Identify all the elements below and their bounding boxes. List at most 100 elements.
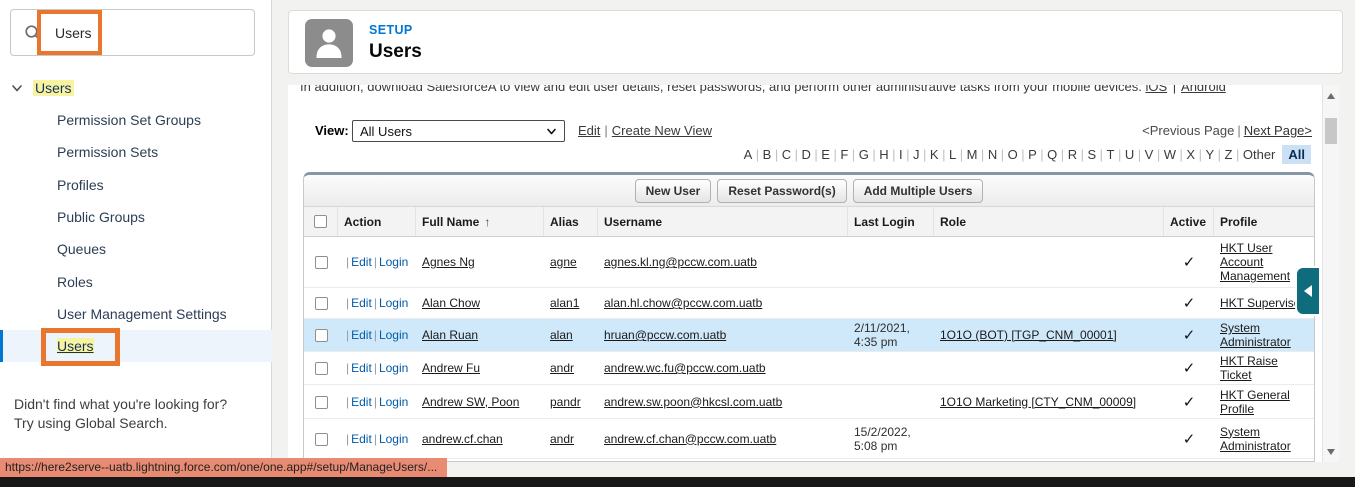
username-link[interactable]: andrew.cf.chan@pccw.com.uatb <box>604 432 776 446</box>
add-multiple-users-button[interactable]: Add Multiple Users <box>853 179 984 203</box>
column-header-role[interactable]: Role <box>934 207 1164 236</box>
select-all-checkbox[interactable] <box>314 215 327 228</box>
profile-link[interactable]: HKT Raise Ticket <box>1220 354 1278 382</box>
edit-link[interactable]: Edit <box>351 296 372 310</box>
role-link[interactable]: 1O1O (BOT) [TGP_CNM_00001] <box>940 328 1117 342</box>
create-new-view-link[interactable]: Create New View <box>612 123 712 138</box>
row-checkbox[interactable] <box>315 256 328 269</box>
edit-link[interactable]: Edit <box>351 255 372 269</box>
username-link[interactable]: andrew.wc.fu@pccw.com.uatb <box>604 361 766 375</box>
scrollbar-thumb[interactable] <box>1325 118 1337 144</box>
username-link[interactable]: agnes.kl.ng@pccw.com.uatb <box>604 255 757 269</box>
row-checkbox[interactable] <box>315 297 328 310</box>
full-name-link[interactable]: Alan Ruan <box>422 328 478 342</box>
column-header-active[interactable]: Active <box>1164 207 1214 236</box>
sidebar-item-queues[interactable]: Queues <box>0 233 272 265</box>
row-checkbox[interactable] <box>315 433 328 446</box>
profile-link[interactable]: System Administrator <box>1220 425 1291 453</box>
column-header-full-name[interactable]: Full Name↑ <box>416 207 544 236</box>
alphabet-filter-x[interactable]: X <box>1186 147 1195 162</box>
profile-link[interactable]: HKT General Profile <box>1220 388 1290 416</box>
column-header-alias[interactable]: Alias <box>544 207 598 236</box>
alphabet-filter-k[interactable]: K <box>930 147 939 162</box>
alphabet-filter-q[interactable]: Q <box>1047 147 1057 162</box>
alphabet-separator: | <box>1232 147 1242 162</box>
login-link[interactable]: Login <box>379 432 408 446</box>
alias-link[interactable]: alan <box>550 328 573 342</box>
login-link[interactable]: Login <box>379 328 408 342</box>
sidebar-item-users[interactable]: Users <box>0 330 272 362</box>
alias-link[interactable]: alan1 <box>550 296 579 310</box>
sidebar-item-roles[interactable]: Roles <box>0 265 272 297</box>
full-name-link[interactable]: Agnes Ng <box>422 255 475 269</box>
alphabet-filter-n[interactable]: N <box>988 147 997 162</box>
tree-node-users[interactable]: Users <box>10 77 74 99</box>
profile-link[interactable]: System Administrator <box>1220 321 1291 349</box>
row-checkbox[interactable] <box>315 396 328 409</box>
quick-find-input[interactable] <box>55 25 215 41</box>
sidebar-item-public-groups[interactable]: Public Groups <box>0 201 272 233</box>
column-header-action[interactable]: Action <box>338 207 416 236</box>
scroll-down-button[interactable] <box>1323 443 1339 460</box>
alias-link[interactable]: andr <box>550 432 574 446</box>
alphabet-filter-m[interactable]: M <box>967 147 978 162</box>
alphabet-filter-p[interactable]: P <box>1028 147 1037 162</box>
ios-link[interactable]: iOS <box>1145 85 1167 94</box>
alphabet-filter-o[interactable]: O <box>1008 147 1018 162</box>
alphabet-filter-e[interactable]: E <box>821 147 830 162</box>
alias-link[interactable]: andr <box>550 361 574 375</box>
edit-link[interactable]: Edit <box>351 395 372 409</box>
side-panel-toggle-button[interactable] <box>1297 268 1319 314</box>
alphabet-filter-c[interactable]: C <box>782 147 791 162</box>
full-name-link[interactable]: Alan Chow <box>422 296 480 310</box>
edit-link[interactable]: Edit <box>351 361 372 375</box>
alphabet-filter-j[interactable]: J <box>913 147 920 162</box>
column-header-username[interactable]: Username <box>598 207 848 236</box>
profile-link[interactable]: HKT User Account Management <box>1220 241 1290 283</box>
android-link[interactable]: Android <box>1181 85 1226 94</box>
role-link[interactable]: 1O1O Marketing [CTY_CNM_00009] <box>940 395 1136 409</box>
row-checkbox[interactable] <box>315 329 328 342</box>
alphabet-filter-all[interactable]: All <box>1282 145 1311 164</box>
username-link[interactable]: hruan@pccw.com.uatb <box>604 328 726 342</box>
login-link[interactable]: Login <box>379 255 408 269</box>
alphabet-filter-y[interactable]: Y <box>1205 147 1214 162</box>
username-link[interactable]: andrew.sw.poon@hkcsl.com.uatb <box>604 395 782 409</box>
next-page-link[interactable]: Next Page> <box>1244 123 1312 138</box>
alphabet-filter-u[interactable]: U <box>1125 147 1134 162</box>
login-link[interactable]: Login <box>379 361 408 375</box>
login-link[interactable]: Login <box>379 395 408 409</box>
column-header-last-login[interactable]: Last Login <box>848 207 934 236</box>
full-name-link[interactable]: andrew.cf.chan <box>422 432 503 446</box>
row-checkbox[interactable] <box>315 362 328 375</box>
sidebar-item-permission-set-groups[interactable]: Permission Set Groups <box>0 104 272 136</box>
login-link[interactable]: Login <box>379 296 408 310</box>
alphabet-filter-d[interactable]: D <box>802 147 811 162</box>
alphabet-filter-other[interactable]: Other <box>1243 147 1276 162</box>
scroll-up-button[interactable] <box>1323 87 1339 104</box>
alphabet-filter-w[interactable]: W <box>1164 147 1176 162</box>
alphabet-filter-s[interactable]: S <box>1087 147 1096 162</box>
edit-link[interactable]: Edit <box>351 328 372 342</box>
profile-link[interactable]: HKT Supervisor <box>1220 296 1304 310</box>
vertical-scrollbar[interactable] <box>1322 85 1339 462</box>
new-user-button[interactable]: New User <box>635 179 712 203</box>
alphabet-filter-h[interactable]: H <box>879 147 888 162</box>
quick-find-box[interactable] <box>10 9 255 56</box>
reset-password-s-button[interactable]: Reset Password(s) <box>717 179 846 203</box>
sidebar-item-permission-sets[interactable]: Permission Sets <box>0 136 272 168</box>
alias-link[interactable]: agne <box>550 255 577 269</box>
sidebar-item-profiles[interactable]: Profiles <box>0 169 272 201</box>
alphabet-filter-g[interactable]: G <box>859 147 869 162</box>
username-link[interactable]: alan.hl.chow@pccw.com.uatb <box>604 296 762 310</box>
column-header-profile[interactable]: Profile <box>1214 207 1314 236</box>
alphabet-filter-r[interactable]: R <box>1068 147 1077 162</box>
sidebar-item-user-management-settings[interactable]: User Management Settings <box>0 298 272 330</box>
full-name-link[interactable]: Andrew Fu <box>422 361 480 375</box>
alphabet-filter-a[interactable]: A <box>744 147 753 162</box>
alias-link[interactable]: pandr <box>550 395 581 409</box>
edit-link[interactable]: Edit <box>351 432 372 446</box>
edit-view-link[interactable]: Edit <box>578 123 600 138</box>
full-name-link[interactable]: Andrew SW, Poon <box>422 395 519 409</box>
view-select[interactable]: All Users <box>352 120 565 142</box>
